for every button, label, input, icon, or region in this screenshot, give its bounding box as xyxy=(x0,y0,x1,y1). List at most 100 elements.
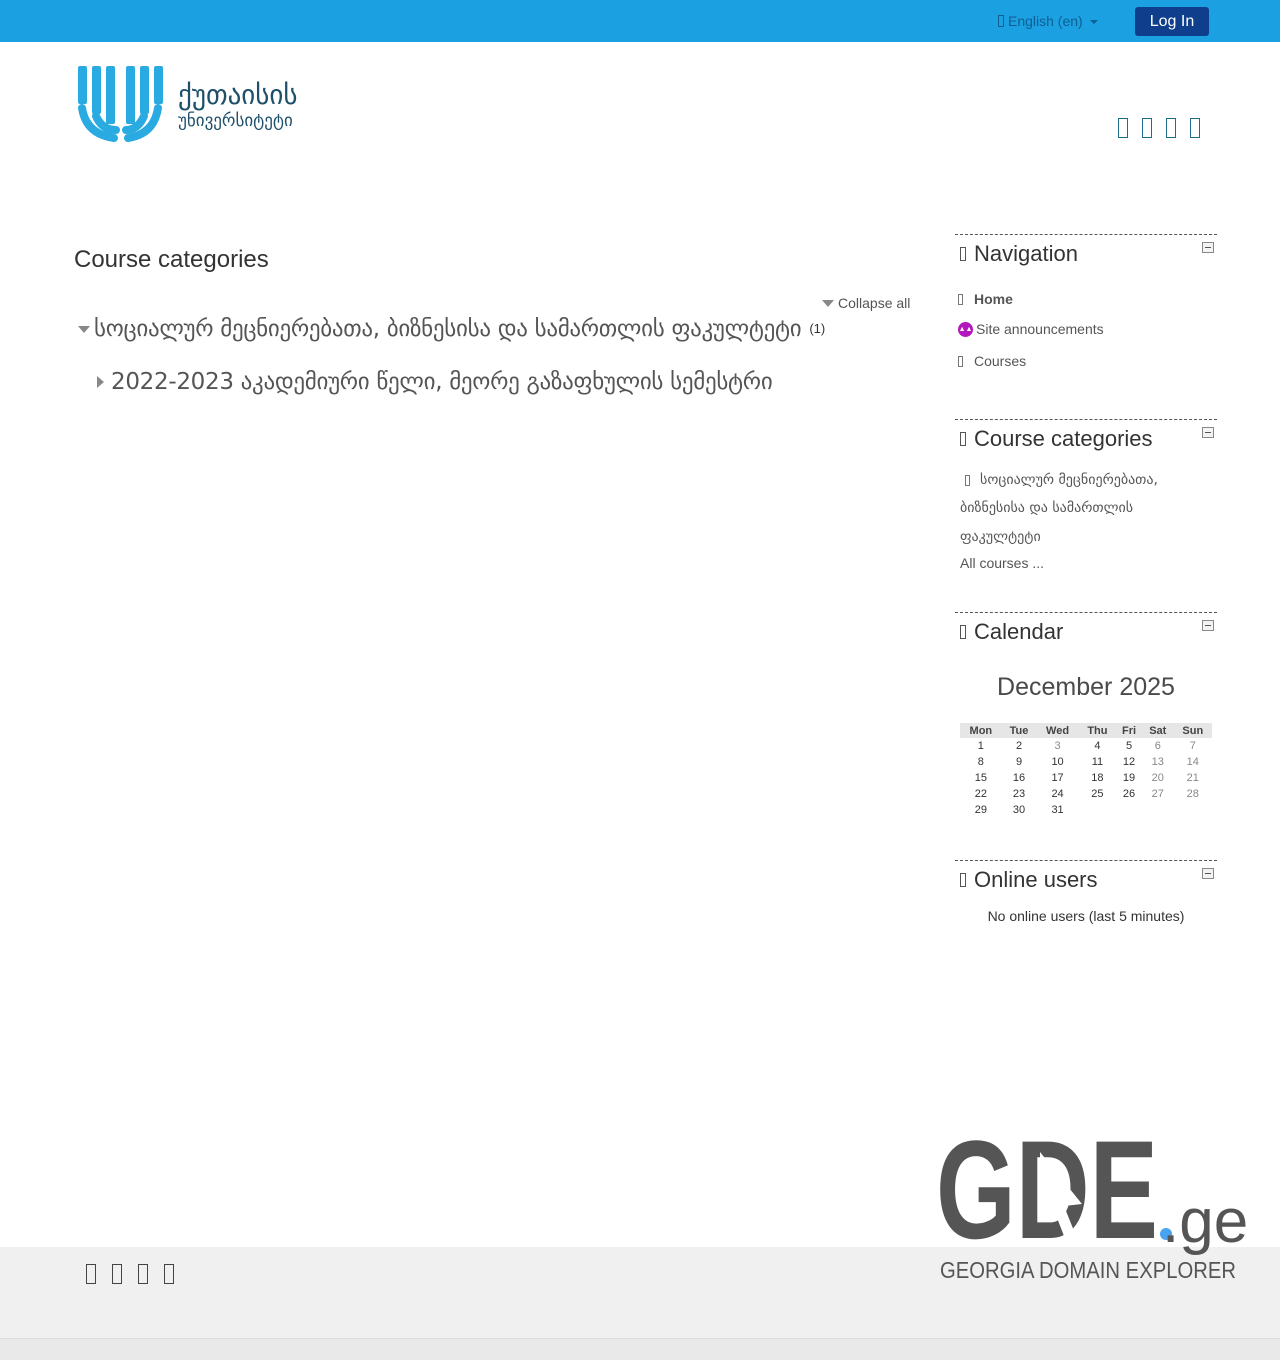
nav-bullet-icon xyxy=(958,293,963,305)
social-icon[interactable] xyxy=(138,1264,148,1284)
block-icon xyxy=(960,247,966,261)
social-icon[interactable] xyxy=(112,1264,122,1284)
nav-item-label[interactable]: Site announcements xyxy=(976,321,1104,337)
weekday-header: Wed xyxy=(1036,723,1079,738)
collapse-block-icon[interactable] xyxy=(1202,427,1214,438)
social-icon[interactable] xyxy=(1118,118,1128,138)
weekday-header: Mon xyxy=(960,723,1002,738)
calendar-week: 1 2 3 4 5 6 7 xyxy=(960,738,1212,754)
triangle-right-icon[interactable] xyxy=(97,376,104,388)
calendar-week: 15 16 17 18 19 20 21 xyxy=(960,770,1212,786)
block-header: Calendar xyxy=(955,619,1217,645)
social-icon[interactable] xyxy=(164,1264,174,1284)
calendar-day: 8 xyxy=(977,756,984,768)
social-icon[interactable] xyxy=(1190,118,1200,138)
collapse-block-icon[interactable] xyxy=(1202,868,1214,879)
calendar-day: 2 xyxy=(1015,740,1023,752)
gde-watermark-logo: GDE .ge GEORGIA DOMAIN EXPLORER xyxy=(936,1114,1246,1283)
category-link-line[interactable]: ფაკულტეტი xyxy=(960,529,1041,545)
calendar-day: 20 xyxy=(1151,772,1164,784)
calendar-day: 27 xyxy=(1151,788,1164,800)
nav-item-label[interactable]: Courses xyxy=(974,353,1026,369)
subcategory-item[interactable]: 2022-2023 აკადემიური წელი, მეორე გაზაფხუ… xyxy=(97,369,773,395)
calendar-day: 12 xyxy=(1122,756,1136,768)
triangle-down-icon xyxy=(822,299,834,307)
calendar-day: 28 xyxy=(1186,788,1199,800)
social-icon[interactable] xyxy=(1166,118,1176,138)
language-menu[interactable]: English (en) xyxy=(998,13,1098,29)
category-name[interactable]: სოციალურ მეცნიერებათა, ბიზნესისა და სამა… xyxy=(94,316,802,342)
course-categories-block: Course categories სოციალურ მეცნიერებათა,… xyxy=(955,419,1217,584)
calendar-day: 25 xyxy=(1091,788,1104,800)
online-users-text: No online users (last 5 minutes) xyxy=(987,908,1185,924)
calendar-day: 6 xyxy=(1154,740,1161,752)
nav-item-home[interactable]: Home xyxy=(958,291,1013,307)
calendar-day: 3 xyxy=(1054,740,1061,752)
block-header: Navigation xyxy=(955,241,1217,267)
calendar-block: Calendar December 2025 Mon Tue Wed Thu F… xyxy=(955,612,1217,827)
calendar-day: 10 xyxy=(1051,756,1064,768)
university-logo[interactable]: ქუთაისის უნივერსიტეტი xyxy=(76,64,336,148)
logo-line-1: ქუთაისის xyxy=(178,80,297,111)
triangle-down-icon[interactable] xyxy=(78,325,90,333)
calendar-day xyxy=(1174,802,1212,818)
language-icon xyxy=(998,15,1004,27)
block-icon xyxy=(960,432,966,446)
category-link-line[interactable]: ბიზნესისა და სამართლის xyxy=(960,500,1133,516)
collapse-block-icon[interactable] xyxy=(1202,242,1214,253)
block-title: Course categories xyxy=(974,426,1153,451)
login-button[interactable]: Log In xyxy=(1135,7,1209,36)
calendar-day: 17 xyxy=(1051,772,1064,784)
forum-icon: ▲▲ xyxy=(958,321,973,337)
weekday-header: Tue xyxy=(1001,723,1037,738)
social-icon[interactable] xyxy=(1142,118,1152,138)
footer-social-links xyxy=(86,1264,174,1284)
weekday-header: Fri xyxy=(1116,723,1142,738)
calendar-day: 18 xyxy=(1091,772,1104,784)
calendar-week: 8 9 10 11 12 13 14 xyxy=(960,754,1212,770)
all-courses-link[interactable]: All courses ... xyxy=(960,555,1044,571)
category-count: (1) xyxy=(809,321,826,336)
collapse-block-icon[interactable] xyxy=(1202,620,1214,631)
language-label: English (en) xyxy=(1008,13,1083,29)
calendar-day xyxy=(1142,802,1174,818)
block-title: Navigation xyxy=(974,241,1078,266)
calendar-day: 29 xyxy=(974,804,987,816)
nav-item-site-announcements[interactable]: ▲▲ Site announcements xyxy=(958,321,1104,337)
calendar-day: 31 xyxy=(1051,804,1064,816)
block-header: Course categories xyxy=(955,426,1217,452)
calendar-day: 23 xyxy=(1012,788,1026,800)
subcategory-name[interactable]: 2022-2023 აკადემიური წელი, მეორე გაზაფხუ… xyxy=(111,369,773,395)
category-link[interactable]: სოციალურ მეცნიერებათა, xyxy=(965,472,1158,488)
category-item[interactable]: სოციალურ მეცნიერებათა, ბიზნესისა და სამა… xyxy=(78,316,825,342)
collapse-all-label: Collapse all xyxy=(838,295,911,311)
calendar-day: 14 xyxy=(1186,756,1199,768)
calendar-week: 29 30 31 xyxy=(960,802,1212,818)
calendar-day: 15 xyxy=(974,772,987,784)
calendar-day: 4 xyxy=(1094,740,1101,752)
weekday-header: Sun xyxy=(1173,723,1212,738)
block-header: Online users xyxy=(955,867,1217,893)
calendar-day: 11 xyxy=(1091,756,1104,768)
calendar-day xyxy=(1116,802,1142,818)
online-users-block: Online users No online users (last 5 min… xyxy=(955,860,1217,940)
block-icon xyxy=(960,873,966,887)
nav-item-courses[interactable]: Courses xyxy=(958,353,1026,369)
category-link-line[interactable]: სოციალურ მეცნიერებათა, xyxy=(980,472,1158,488)
watermark-tagline: GEORGIA DOMAIN EXPLORER xyxy=(940,1257,1236,1283)
calendar-day: 16 xyxy=(1012,772,1026,784)
category-icon xyxy=(965,474,970,486)
calendar-day: 1 xyxy=(977,740,984,752)
calendar-day: 21 xyxy=(1186,772,1199,784)
calendar-grid: Mon Tue Wed Thu Fri Sat Sun 1 2 3 4 5 6 … xyxy=(960,723,1212,818)
caret-down-icon xyxy=(1089,19,1098,24)
social-icon[interactable] xyxy=(86,1264,96,1284)
block-title: Calendar xyxy=(974,619,1064,644)
watermark-tld: .ge xyxy=(1162,1187,1246,1256)
calendar-day xyxy=(1079,802,1116,818)
calendar-day: 26 xyxy=(1122,788,1136,800)
weekday-header: Thu xyxy=(1078,723,1117,738)
calendar-day: 19 xyxy=(1122,772,1136,784)
collapse-all-link[interactable]: Collapse all xyxy=(822,295,910,311)
nav-item-label[interactable]: Home xyxy=(974,291,1013,307)
